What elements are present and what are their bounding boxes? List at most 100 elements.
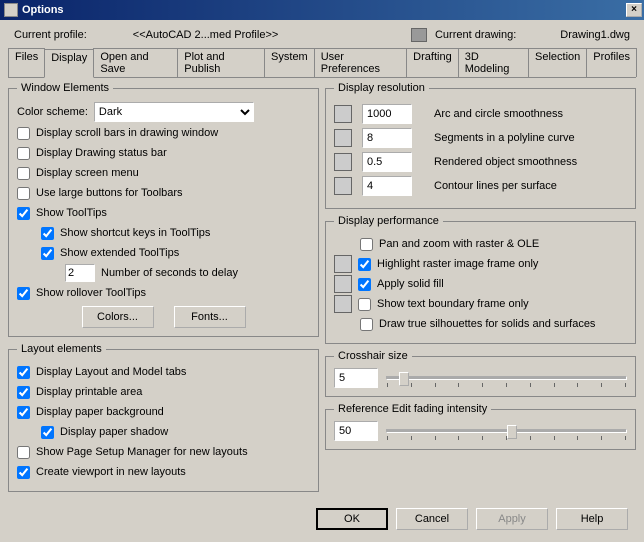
contour-label: Contour lines per surface [434, 180, 557, 192]
seg-input[interactable] [362, 128, 412, 148]
create-viewport-label: Create viewport in new layouts [36, 466, 186, 478]
window-title: Options [22, 4, 626, 16]
text-bound-icon [334, 295, 352, 313]
layout-elements-group: Layout elements Display Layout and Model… [8, 343, 319, 492]
paper-shadow-check[interactable] [41, 426, 54, 439]
layout-tabs-label: Display Layout and Model tabs [36, 366, 186, 378]
profile-row: Current profile: <<AutoCAD 2...med Profi… [8, 24, 636, 48]
display-resolution-legend: Display resolution [334, 82, 429, 94]
scroll-bars-check[interactable] [17, 127, 30, 140]
highlight-raster-check[interactable] [358, 258, 371, 271]
tab-user-prefs[interactable]: User Preferences [314, 48, 407, 77]
dialog-buttons: OK Cancel Apply Help [8, 498, 636, 534]
text-boundary-label: Show text boundary frame only [377, 298, 529, 310]
pan-zoom-label: Pan and zoom with raster & OLE [379, 238, 539, 250]
rollover-label: Show rollover ToolTips [36, 287, 146, 299]
close-button[interactable]: × [626, 3, 642, 17]
cancel-button[interactable]: Cancel [396, 508, 468, 530]
app-icon [4, 3, 18, 17]
highlight-raster-label: Highlight raster image frame only [377, 258, 538, 270]
drawing-status-label: Display Drawing status bar [36, 147, 167, 159]
help-button[interactable]: Help [556, 508, 628, 530]
ok-button[interactable]: OK [316, 508, 388, 530]
scroll-bars-label: Display scroll bars in drawing window [36, 127, 218, 139]
screen-menu-check[interactable] [17, 167, 30, 180]
extended-tooltips-check[interactable] [41, 247, 54, 260]
paper-shadow-label: Display paper shadow [60, 426, 168, 438]
rendered-icon [334, 153, 352, 171]
text-boundary-check[interactable] [358, 298, 371, 311]
current-drawing-label: Current drawing: [435, 29, 516, 41]
true-silhouettes-check[interactable] [360, 318, 373, 331]
tab-plot-publish[interactable]: Plot and Publish [177, 48, 265, 77]
printable-area-check[interactable] [17, 386, 30, 399]
display-performance-legend: Display performance [334, 215, 443, 227]
seg-label: Segments in a polyline curve [434, 132, 575, 144]
color-scheme-label: Color scheme: [17, 106, 88, 118]
contour-input[interactable] [362, 176, 412, 196]
tab-3d-modeling[interactable]: 3D Modeling [458, 48, 529, 77]
screen-menu-label: Display screen menu [36, 167, 139, 179]
refedit-input[interactable] [334, 421, 378, 441]
rendered-label: Rendered object smoothness [434, 156, 577, 168]
highlight-icon [334, 255, 352, 273]
colors-button[interactable]: Colors... [82, 306, 154, 328]
tab-files[interactable]: Files [8, 48, 45, 77]
apply-button[interactable]: Apply [476, 508, 548, 530]
tab-selection[interactable]: Selection [528, 48, 587, 77]
tab-profiles[interactable]: Profiles [586, 48, 637, 77]
tooltips-check[interactable] [17, 207, 30, 220]
display-performance-group: Display performance Pan and zoom with ra… [325, 215, 636, 344]
layout-tabs-check[interactable] [17, 366, 30, 379]
color-scheme-select[interactable]: Dark [94, 102, 254, 122]
pan-zoom-check[interactable] [360, 238, 373, 251]
rendered-input[interactable] [362, 152, 412, 172]
printable-area-label: Display printable area [36, 386, 142, 398]
crosshair-slider[interactable] [386, 376, 627, 380]
seg-icon [334, 129, 352, 147]
fill-icon [334, 275, 352, 293]
drawing-status-check[interactable] [17, 147, 30, 160]
delay-input[interactable] [65, 264, 95, 282]
current-profile-value: <<AutoCAD 2...med Profile>> [133, 29, 279, 41]
tab-strip: Files Display Open and Save Plot and Pub… [8, 48, 636, 78]
arc-label: Arc and circle smoothness [434, 108, 563, 120]
current-profile-label: Current profile: [14, 29, 87, 41]
tab-display[interactable]: Display [44, 49, 94, 78]
arc-input[interactable] [362, 104, 412, 124]
create-viewport-check[interactable] [17, 466, 30, 479]
refedit-group: Reference Edit fading intensity [325, 403, 636, 450]
page-setup-label: Show Page Setup Manager for new layouts [36, 446, 248, 458]
tab-drafting[interactable]: Drafting [406, 48, 459, 77]
refedit-slider[interactable] [386, 429, 627, 433]
refedit-legend: Reference Edit fading intensity [334, 403, 491, 415]
layout-elements-legend: Layout elements [17, 343, 106, 355]
paper-bg-label: Display paper background [36, 406, 164, 418]
contour-icon [334, 177, 352, 195]
solid-fill-label: Apply solid fill [377, 278, 444, 290]
true-silhouettes-label: Draw true silhouettes for solids and sur… [379, 318, 595, 330]
drawing-icon [411, 28, 427, 42]
page-setup-check[interactable] [17, 446, 30, 459]
shortcut-keys-label: Show shortcut keys in ToolTips [60, 227, 210, 239]
large-buttons-label: Use large buttons for Toolbars [36, 187, 183, 199]
crosshair-input[interactable] [334, 368, 378, 388]
tooltips-label: Show ToolTips [36, 207, 107, 219]
tab-system[interactable]: System [264, 48, 315, 77]
title-bar: Options × [0, 0, 644, 20]
arc-icon [334, 105, 352, 123]
tab-open-save[interactable]: Open and Save [93, 48, 178, 77]
paper-bg-check[interactable] [17, 406, 30, 419]
crosshair-group: Crosshair size [325, 350, 636, 397]
window-elements-legend: Window Elements [17, 82, 113, 94]
crosshair-legend: Crosshair size [334, 350, 412, 362]
current-drawing-value: Drawing1.dwg [560, 29, 630, 41]
rollover-check[interactable] [17, 287, 30, 300]
window-elements-group: Window Elements Color scheme: Dark Displ… [8, 82, 319, 337]
shortcut-keys-check[interactable] [41, 227, 54, 240]
large-buttons-check[interactable] [17, 187, 30, 200]
fonts-button[interactable]: Fonts... [174, 306, 246, 328]
solid-fill-check[interactable] [358, 278, 371, 291]
display-resolution-group: Display resolution Arc and circle smooth… [325, 82, 636, 209]
extended-tooltips-label: Show extended ToolTips [60, 247, 179, 259]
